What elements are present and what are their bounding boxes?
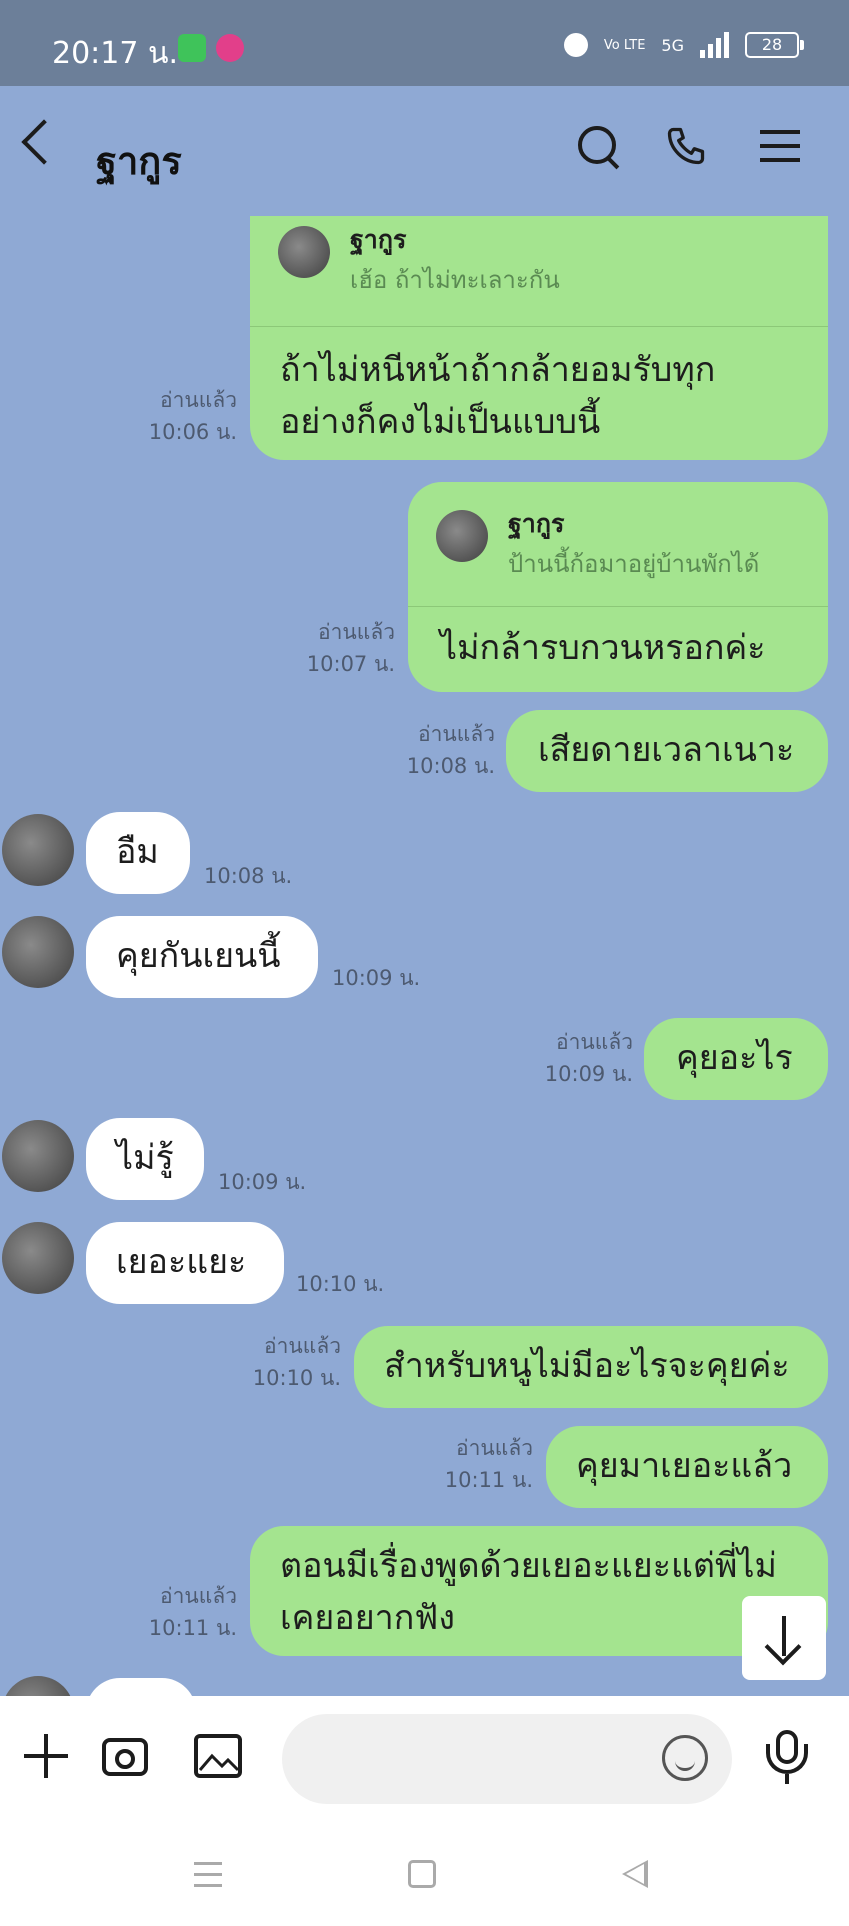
avatar[interactable]	[2, 916, 74, 988]
message-meta: อ่านแล้ว 10:06 น.	[149, 384, 237, 448]
message-bubble-incoming[interactable]: คุยกันเยนนี้	[86, 916, 318, 998]
message-meta: อ่านแล้ว 10:11 น.	[149, 1580, 237, 1644]
camera-icon[interactable]	[100, 1730, 152, 1782]
hamburger-menu-icon[interactable]	[758, 124, 802, 168]
message-text: คุยอะไร	[676, 1038, 793, 1078]
message-bubble-incoming[interactable]: อืม	[86, 812, 190, 894]
message-text: ตอนมีเรื่องพูดด้วยเยอะแยะแต่พี่ไม่ เคยอย…	[280, 1546, 777, 1638]
avatar[interactable]	[2, 1676, 74, 1696]
alarm-icon	[563, 33, 588, 57]
message-time: 10:06 น.	[148, 420, 237, 444]
scroll-to-bottom-button[interactable]	[742, 1596, 826, 1680]
status-bar: 20:17 น. Vo LTE 5G 28	[0, 0, 849, 86]
message-meta: อ่านแล้ว 10:07 น.	[307, 616, 395, 680]
message-time: 10:09 น.	[218, 1170, 307, 1194]
message-bubble-outgoing[interactable]: ฐากูร เฮ้อ ถ้าไม่ทะเลาะกัน ถ้าไม่หนีหน้า…	[250, 216, 828, 460]
message-text: ไม่รู้	[116, 1138, 174, 1178]
message-time: 10:09 น.	[332, 966, 421, 990]
reply-text: เฮ้อ ถ้าไม่ทะเลาะกัน	[350, 266, 560, 294]
message-meta: อ่านแล้ว 10:08 น.	[407, 718, 495, 782]
reply-text: ป้านนี้ก้อมาอยู่บ้านพักได้	[508, 550, 760, 578]
message-time: 10:10 น.	[252, 1366, 341, 1390]
message-text: คุยมาเยอะแล้ว	[576, 1446, 793, 1486]
message-text: ถ้าไม่หนีหน้าถ้ากล้ายอมรับทุก อย่างก็คงไ…	[280, 350, 716, 442]
contact-name[interactable]: ฐากูร	[96, 130, 182, 191]
message-time: 10:10 น.	[296, 1272, 385, 1296]
search-icon[interactable]	[576, 124, 620, 170]
message-time: 10:08 น.	[406, 754, 495, 778]
avatar[interactable]	[2, 1120, 74, 1192]
network-type: 5G	[661, 35, 684, 55]
message-time: 10:11 น.	[444, 1468, 533, 1492]
message-bubble-incoming[interactable]: เยอะแยะ	[86, 1222, 284, 1304]
message-bubble-outgoing[interactable]: เสียดายเวลาเนาะ	[506, 710, 828, 792]
avatar[interactable]	[2, 1222, 74, 1294]
microphone-icon[interactable]	[762, 1730, 814, 1784]
read-receipt: อ่านแล้ว	[418, 722, 495, 746]
message-bubble-outgoing[interactable]: สำหรับหนูไม่มีอะไรจะคุยค่ะ	[354, 1326, 828, 1408]
image-icon[interactable]	[192, 1730, 244, 1782]
read-receipt: อ่านแล้ว	[160, 388, 237, 412]
message-text: สำหรับหนูไม่มีอะไรจะคุยค่ะ	[384, 1346, 790, 1386]
message-meta: อ่านแล้ว 10:09 น.	[545, 1026, 633, 1090]
signal-icon	[700, 32, 729, 58]
message-time: 10:09 น.	[544, 1062, 633, 1086]
read-receipt: อ่านแล้ว	[264, 1334, 341, 1358]
message-time: 10:07 น.	[306, 652, 395, 676]
read-receipt: อ่านแล้ว	[456, 1436, 533, 1460]
avatar[interactable]	[2, 814, 74, 886]
message-bubble-outgoing[interactable]: คุยอะไร	[644, 1018, 828, 1100]
avatar	[436, 510, 488, 562]
avatar	[278, 226, 330, 278]
message-bubble-incoming[interactable]	[86, 1678, 196, 1696]
message-meta: อ่านแล้ว 10:10 น.	[253, 1330, 341, 1394]
read-receipt: อ่านแล้ว	[556, 1030, 633, 1054]
message-text: คุยกันเยนนี้	[116, 936, 281, 976]
message-time: 10:08 น.	[204, 864, 293, 888]
emoji-icon[interactable]	[662, 1735, 708, 1781]
message-meta: อ่านแล้ว 10:11 น.	[445, 1432, 533, 1496]
battery-icon: 28	[745, 32, 804, 58]
message-text: เยอะแยะ	[116, 1242, 247, 1282]
back-triangle-icon[interactable]	[622, 1860, 648, 1888]
message-text: เสียดายเวลาเนาะ	[538, 730, 795, 770]
line-notification-icon	[178, 34, 206, 62]
message-bubble-outgoing[interactable]: ฐากูร ป้านนี้ก้อมาอยู่บ้านพักได้ ไม่กล้า…	[408, 482, 828, 692]
reply-preview[interactable]: ฐากูร ป้านนี้ก้อมาอยู่บ้านพักได้	[408, 482, 828, 607]
message-text: อืม	[116, 832, 159, 872]
heart-notification-icon	[216, 34, 244, 62]
message-bubble-incoming[interactable]: ไม่รู้	[86, 1118, 204, 1200]
volte-indicator: Vo LTE	[603, 37, 646, 53]
message-time: 10:11 น.	[148, 1616, 237, 1640]
message-bubble-outgoing[interactable]: คุยมาเยอะแล้ว	[546, 1426, 828, 1508]
chat-messages[interactable]: ฐากูร เฮ้อ ถ้าไม่ทะเลาะกัน ถ้าไม่หนีหน้า…	[0, 216, 849, 1696]
message-text: ไม่กล้ารบกวนหรอกค่ะ	[440, 628, 766, 668]
read-receipt: อ่านแล้ว	[318, 620, 395, 644]
reply-sender: ฐากูร	[350, 225, 407, 254]
reply-preview[interactable]: ฐากูร เฮ้อ ถ้าไม่ทะเลาะกัน	[250, 216, 828, 327]
phone-icon[interactable]	[664, 124, 708, 168]
home-button[interactable]	[408, 1860, 436, 1888]
read-receipt: อ่านแล้ว	[160, 1584, 237, 1608]
reply-sender: ฐากูร	[508, 509, 565, 538]
status-time: 20:17 น.	[52, 36, 179, 71]
plus-icon[interactable]	[20, 1730, 72, 1782]
